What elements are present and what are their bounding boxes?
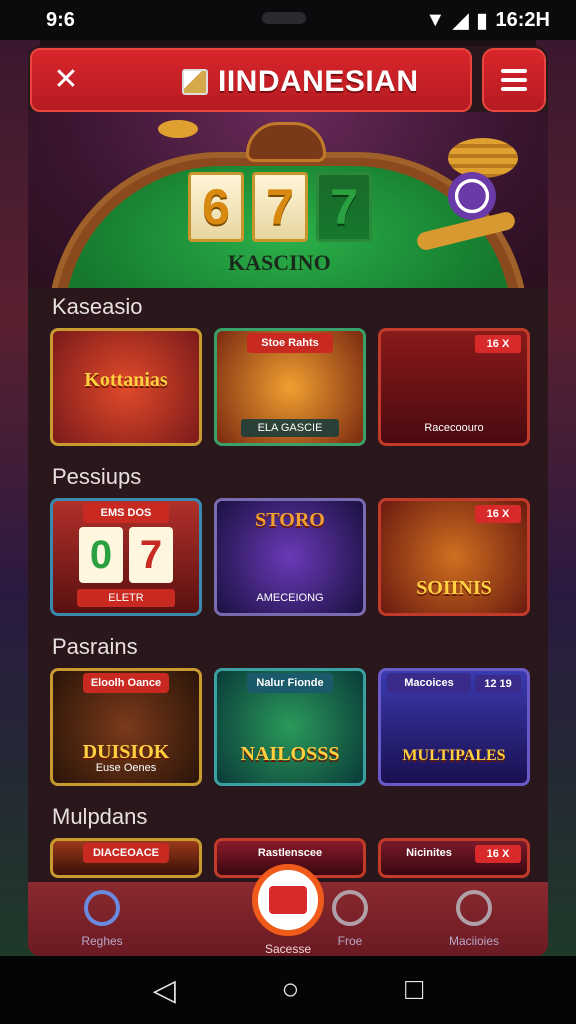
nav-item-reghes[interactable]: Reghes: [52, 882, 152, 956]
roulette-wheel-icon: [246, 122, 326, 162]
camera-notch: [262, 12, 306, 24]
hamburger-line: [501, 78, 527, 82]
signal-icon: ◢: [453, 9, 469, 32]
user-icon: [456, 890, 492, 926]
game-row: Kottanias Stoe Rahts ELA GASCIE 16 X Rac…: [50, 328, 530, 446]
game-title: SOIINIS: [416, 577, 492, 599]
section-title: Mulpdans: [52, 804, 148, 829]
nav-item-profile[interactable]: Maciioies: [424, 882, 524, 956]
bottom-nav: Reghes Sacesse Froe Maciioies: [28, 864, 548, 956]
game-card[interactable]: Macoices 12 19 MULTIPALES: [378, 668, 530, 786]
refresh-icon: [332, 890, 368, 926]
back-icon[interactable]: ◁: [153, 973, 176, 1008]
game-badge: 16 X: [475, 845, 521, 863]
game-tag: Rastlenscee: [257, 847, 323, 859]
game-card[interactable]: 16 X Racecoouro: [378, 328, 530, 446]
game-card[interactable]: Nalur Fionde NAILOSSS: [214, 668, 366, 786]
reel: 7: [316, 172, 372, 242]
hero-banner[interactable]: 6 7 7 KASCINO: [28, 112, 548, 288]
game-title: MULTIPALES: [402, 747, 506, 764]
brand: IINDANESIAN: [182, 62, 419, 102]
game-title: NAILOSSS: [240, 743, 340, 765]
chip-stack-icon: [158, 120, 198, 138]
game-card[interactable]: Nicinites 16 X: [378, 838, 530, 878]
search-icon: [84, 890, 120, 926]
app-header: ✕ IINDANESIAN: [28, 46, 548, 112]
game-tag: DIACEOACE: [83, 843, 169, 863]
nav-label: Maciioies: [448, 934, 499, 948]
brand-logo-icon: [182, 69, 208, 95]
status-time-left: 9:6: [46, 8, 75, 31]
hero-label: KASCINO: [228, 250, 331, 275]
reel: 6: [188, 172, 244, 242]
status-icons: ▼ ◢ ▮ 16:2H: [425, 8, 550, 33]
nav-label: Reghes: [81, 934, 123, 948]
game-subtitle: Racecoouro: [424, 422, 484, 434]
game-subtitle: Euse Oenes: [95, 762, 157, 774]
status-time-right: 16:2H: [495, 8, 550, 31]
nav-label: Froe: [337, 934, 363, 948]
game-title: STORO: [255, 509, 325, 531]
recents-icon[interactable]: □: [405, 973, 423, 1007]
status-bar: 9:6 ▼ ◢ ▮ 16:2H: [0, 0, 576, 40]
game-card[interactable]: Stoe Rahts ELA GASCIE: [214, 328, 366, 446]
reel: 7: [129, 527, 173, 583]
game-subtitle: AMECEIONG: [256, 592, 324, 604]
wifi-icon: ▼: [425, 8, 446, 31]
app-title: IINDANESIAN: [218, 65, 419, 98]
game-tag: Nalur Fionde: [247, 673, 333, 693]
section-title: Pessiups: [52, 464, 142, 489]
game-tag: Nicinites: [406, 847, 452, 859]
reels: 0 7: [75, 527, 177, 583]
title-bar: ✕ IINDANESIAN: [30, 48, 472, 112]
game-tag: EMS DOS: [83, 503, 169, 523]
game-card[interactable]: Kottanias: [50, 328, 202, 446]
game-subtitle: ELETR: [77, 589, 175, 607]
section-title: Pasrains: [52, 634, 138, 659]
game-row: Eloolh Oance DUISIOK Euse Oenes Nalur Fi…: [50, 668, 530, 786]
chip-stack-icon: [448, 138, 518, 178]
hamburger-icon: [501, 69, 527, 73]
game-row: EMS DOS 0 7 ELETR STORO AMECEIONG 16 X S…: [50, 498, 530, 616]
game-card[interactable]: DIACEOACE: [50, 838, 202, 878]
game-card[interactable]: EMS DOS 0 7 ELETR: [50, 498, 202, 616]
chip-icon: [448, 172, 496, 220]
game-subtitle: ELA GASCIE: [241, 419, 339, 437]
system-nav-bar: ◁ ○ □: [0, 956, 576, 1024]
game-card[interactable]: STORO AMECEIONG: [214, 498, 366, 616]
hero-reels: 6 7 7: [188, 172, 372, 242]
game-tag: Macoices: [387, 673, 471, 693]
reel: 7: [252, 172, 308, 242]
section-title: Kaseasio: [52, 294, 143, 319]
game-badge: 12 19: [475, 675, 521, 693]
game-card[interactable]: Eloolh Oance DUISIOK Euse Oenes: [50, 668, 202, 786]
game-tag: Stoe Rahts: [247, 333, 333, 353]
game-card[interactable]: 16 X SOIINIS: [378, 498, 530, 616]
game-badge: 16 X: [475, 505, 521, 523]
battery-icon: ▮: [476, 9, 488, 32]
game-tag: Eloolh Oance: [83, 673, 169, 693]
home-icon[interactable]: ○: [281, 973, 299, 1007]
menu-button[interactable]: [482, 48, 546, 112]
nav-item-froe[interactable]: Froe: [300, 882, 400, 956]
app-screen: ✕ IINDANESIAN 6 7 7 KASCINO Kaseasio Kot…: [28, 46, 548, 956]
close-button[interactable]: ✕: [48, 62, 84, 98]
hamburger-line: [501, 87, 527, 91]
game-badge: 16 X: [475, 335, 521, 353]
reel: 0: [79, 527, 123, 583]
game-title: Kottanias: [84, 369, 168, 391]
